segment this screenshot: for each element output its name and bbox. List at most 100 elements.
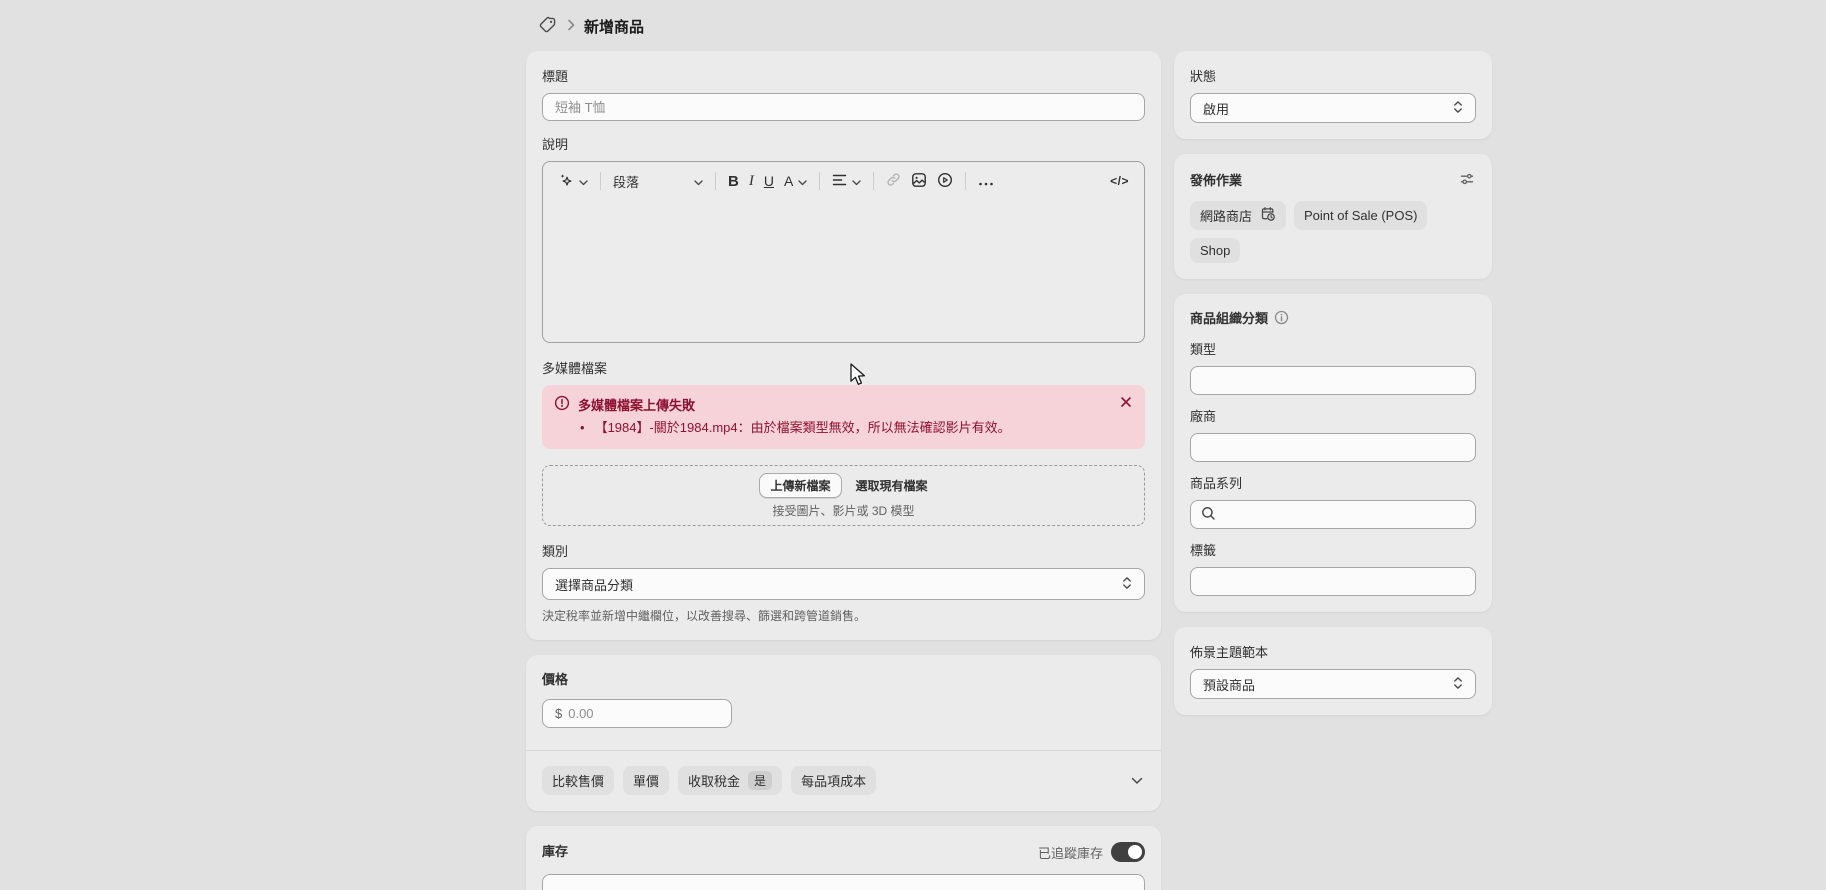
align-left-icon: [832, 173, 847, 189]
pricing-title: 價格: [542, 671, 1145, 689]
paragraph-style-label: 段落: [613, 172, 639, 191]
theme-template-select[interactable]: 預設商品: [1190, 669, 1476, 699]
publishing-card: 發佈作業 網路商店: [1174, 154, 1492, 279]
code-view-button[interactable]: </>: [1105, 170, 1134, 192]
category-select-value: 選擇商品分類: [555, 575, 633, 594]
page-content: 標題 說明: [526, 51, 1492, 890]
manage-sales-channels-button[interactable]: [1458, 170, 1476, 191]
play-circle-icon: [937, 172, 953, 191]
chevron-down-icon: [1131, 773, 1143, 788]
vendor-label: 廠商: [1190, 407, 1476, 427]
italic-button[interactable]: I: [744, 169, 759, 194]
link-button[interactable]: [881, 168, 906, 194]
currency-prefix: $: [555, 706, 562, 721]
chevron-down-icon: [852, 173, 861, 189]
category-select[interactable]: 選擇商品分類: [542, 568, 1145, 600]
text-color-label: A: [784, 173, 793, 189]
insert-video-button[interactable]: [932, 168, 958, 195]
charge-tax-value-badge: 是: [748, 771, 772, 790]
insert-image-button[interactable]: [906, 168, 932, 195]
product-details-card: 標題 說明: [526, 51, 1161, 640]
toolbar-divider: [965, 172, 966, 190]
toolbar-divider: [715, 172, 716, 190]
channel-online-store-chip[interactable]: 網路商店: [1190, 201, 1286, 230]
publishing-title: 發佈作業: [1190, 172, 1242, 190]
calendar-clock-icon: [1260, 206, 1276, 225]
channel-online-store-label: 網路商店: [1200, 206, 1252, 225]
magic-sparkle-icon: [558, 172, 574, 191]
ellipsis-icon: [978, 173, 994, 189]
breadcrumb-chevron-icon: [567, 19, 575, 34]
type-label: 類型: [1190, 340, 1476, 360]
tags-label: 標籤: [1190, 541, 1476, 561]
vendor-input[interactable]: [1190, 433, 1476, 462]
inventory-tracked-toggle[interactable]: [1111, 842, 1145, 862]
bold-button[interactable]: B: [723, 169, 744, 194]
tag-icon: [538, 15, 558, 38]
toolbar-divider: [873, 172, 874, 190]
info-icon[interactable]: [1274, 310, 1289, 328]
media-error-detail: 【1984】-關於1984.mp4：由於檔案類型無效，所以無法確認影片有效。: [554, 419, 1133, 437]
collections-input[interactable]: [1223, 507, 1465, 522]
media-dropzone[interactable]: 上傳新檔案 選取現有檔案 接受圖片、影片或 3D 模型: [542, 465, 1145, 526]
chevron-down-icon: [579, 173, 588, 189]
select-chevrons-icon: [1122, 576, 1132, 593]
link-icon: [886, 172, 901, 190]
title-input[interactable]: [542, 93, 1145, 121]
type-input[interactable]: [1190, 366, 1476, 395]
underline-button[interactable]: U: [759, 169, 779, 193]
expand-pricing-button[interactable]: [1129, 771, 1145, 790]
select-existing-file-button[interactable]: 選取現有檔案: [856, 477, 928, 494]
media-error-detail-text: 【1984】-關於1984.mp4：由於檔案類型無效，所以無法確認影片有效。: [595, 419, 1011, 437]
compare-price-chip[interactable]: 比較售價: [542, 766, 614, 795]
description-editor[interactable]: 段落 B I U A: [542, 161, 1145, 343]
cost-per-item-chip[interactable]: 每品項成本: [791, 766, 876, 795]
description-label: 說明: [542, 135, 1145, 155]
status-select[interactable]: 啟用: [1190, 93, 1476, 123]
charge-tax-chip[interactable]: 收取稅金 是: [678, 766, 782, 795]
media-label: 多媒體檔案: [542, 359, 1145, 379]
image-icon: [911, 172, 927, 191]
page-title: 新增商品: [584, 16, 644, 37]
tags-input[interactable]: [1190, 567, 1476, 596]
select-chevrons-icon: [1453, 676, 1463, 693]
channel-shop-chip[interactable]: Shop: [1190, 238, 1240, 263]
editor-toolbar: 段落 B I U A: [543, 162, 1144, 200]
paragraph-style-dropdown[interactable]: 段落: [608, 168, 708, 195]
ai-magic-button[interactable]: [553, 168, 593, 195]
media-error-banner: 多媒體檔案上傳失敗 【1984】-關於1984.mp4：由於檔案類型無效，所以無…: [542, 385, 1145, 449]
charge-tax-label: 收取稅金: [688, 771, 740, 790]
text-color-button[interactable]: A: [779, 169, 812, 193]
chevron-down-icon: [694, 174, 703, 189]
upload-new-file-button[interactable]: 上傳新檔案: [759, 473, 841, 498]
pricing-card: 價格 $ 比較售價 單價 收取稅金 是 每品項成本: [526, 655, 1161, 811]
alignment-button[interactable]: [827, 169, 866, 193]
status-card: 狀態 啟用: [1174, 51, 1492, 139]
products-breadcrumb-button[interactable]: [538, 15, 558, 38]
sidebar: 狀態 啟用 發佈作業: [1174, 51, 1492, 715]
status-label: 狀態: [1190, 67, 1476, 87]
inventory-quantity-input[interactable]: [542, 874, 1145, 890]
collections-field: [1190, 500, 1476, 529]
main-column: 標題 說明: [526, 51, 1161, 890]
theme-template-card: 佈景主題範本 預設商品: [1174, 627, 1492, 715]
toggle-knob: [1128, 845, 1142, 859]
unit-price-chip[interactable]: 單價: [623, 766, 669, 795]
price-input[interactable]: [568, 706, 719, 721]
collections-label: 商品系列: [1190, 474, 1476, 494]
description-textarea[interactable]: [543, 200, 1144, 342]
channel-pos-chip[interactable]: Point of Sale (POS): [1294, 201, 1427, 230]
pricing-divider: [526, 750, 1161, 751]
toolbar-divider: [600, 172, 601, 190]
inventory-tracked-label: 已追蹤庫存: [1038, 843, 1103, 862]
alert-circle-icon: [554, 395, 570, 414]
dismiss-error-button[interactable]: [1120, 396, 1132, 411]
product-organization-card: 商品組織分類 類型 廠商 商品系列: [1174, 294, 1492, 612]
media-error-title: 多媒體檔案上傳失敗: [578, 395, 695, 414]
more-options-button[interactable]: [973, 169, 999, 193]
sales-channels-list: 網路商店 Point of Sale (POS) Shop: [1190, 201, 1476, 263]
status-select-value: 啟用: [1203, 99, 1229, 118]
select-chevrons-icon: [1453, 100, 1463, 117]
close-icon: [1120, 396, 1132, 411]
search-icon: [1201, 506, 1216, 524]
